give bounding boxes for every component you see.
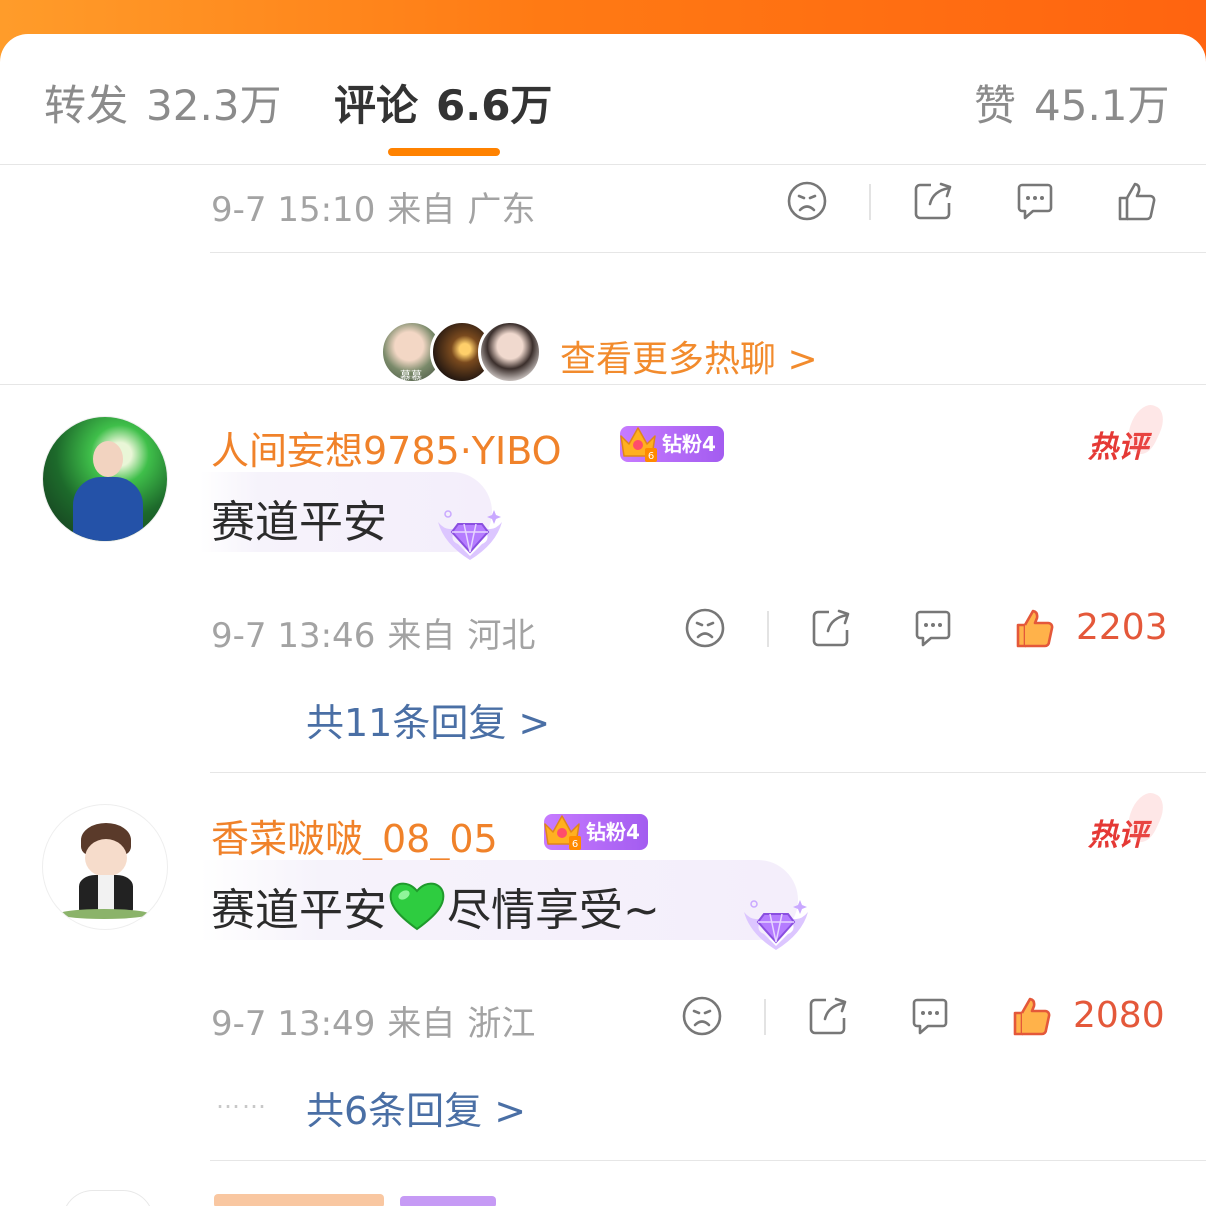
hot-chat-avatar-tag: 慕慕 bbox=[400, 369, 422, 382]
prev-comment-source-prefix: 来自 bbox=[387, 190, 456, 230]
share-icon[interactable] bbox=[809, 606, 853, 650]
more-hot-chats-link[interactable]: 查看更多热聊 > bbox=[560, 330, 818, 382]
like-icon[interactable] bbox=[1115, 179, 1159, 223]
comment-1-hot-tag: 热评 bbox=[1088, 422, 1148, 466]
reply-icon[interactable] bbox=[1013, 179, 1057, 223]
comment-2-text-part-2: 尽情享受~ bbox=[447, 885, 660, 936]
comment-2-avatar[interactable] bbox=[42, 804, 168, 930]
reply-icon[interactable] bbox=[911, 606, 955, 650]
share-icon[interactable] bbox=[911, 179, 955, 223]
comment-1-meta: 9-7 13:46 来自 河北 bbox=[211, 608, 535, 657]
comment-2-text: 赛道平安 尽情享受~ bbox=[211, 874, 660, 938]
action-separator bbox=[869, 184, 871, 220]
dislike-icon[interactable] bbox=[683, 606, 727, 650]
tab-comments-label: 评论 bbox=[334, 81, 419, 130]
comment-2-meta: 9-7 13:49 来自 浙江 bbox=[211, 996, 535, 1045]
tab-comments[interactable]: 评论 6.6万 bbox=[334, 78, 552, 134]
comment-1-time: 9-7 13:46 bbox=[211, 616, 376, 656]
comment-2-replies-link[interactable]: 共6条回复 > bbox=[306, 1080, 526, 1135]
comment-1-text: 赛道平安 bbox=[211, 497, 387, 548]
green-heart-icon bbox=[389, 882, 445, 931]
comment-2-time: 9-7 13:49 bbox=[211, 1004, 376, 1044]
dislike-icon[interactable] bbox=[680, 994, 724, 1038]
comment-2-hot-tag: 热评 bbox=[1088, 810, 1148, 854]
diamond-wing-icon bbox=[438, 510, 502, 560]
svg-text:6: 6 bbox=[648, 451, 654, 462]
comment-2-avatar-body bbox=[79, 875, 133, 913]
action-separator bbox=[764, 999, 766, 1035]
reply-ellipsis: …… bbox=[216, 1086, 268, 1114]
action-separator bbox=[767, 611, 769, 647]
share-icon[interactable] bbox=[806, 994, 850, 1038]
comment-1-avatar[interactable] bbox=[42, 416, 168, 542]
comment-2-username[interactable]: 香菜啵啵_08_05 bbox=[211, 808, 498, 863]
tab-reposts-label: 转发 bbox=[44, 81, 129, 130]
tab-likes-label: 赞 bbox=[974, 81, 1017, 130]
tab-reposts-count: 32.3万 bbox=[146, 81, 282, 130]
dislike-icon[interactable] bbox=[785, 179, 829, 223]
comment-1-divider bbox=[210, 772, 1206, 773]
comment-2-location: 浙江 bbox=[467, 1004, 536, 1044]
crown-icon: 6 bbox=[620, 427, 657, 462]
tab-likes[interactable]: 赞 45.1万 bbox=[974, 78, 1170, 134]
comment-1-replies-link[interactable]: 共11条回复 > bbox=[306, 692, 550, 747]
comment-2-avatar-face bbox=[85, 839, 127, 877]
comment-1-username[interactable]: 人间妄想9785·YIBO bbox=[211, 420, 562, 475]
tab-comments-count: 6.6万 bbox=[436, 81, 553, 130]
comment-2-source-prefix: 来自 bbox=[387, 1004, 456, 1044]
prev-comment-location: 广东 bbox=[467, 190, 536, 230]
like-icon-active[interactable] bbox=[1013, 606, 1057, 650]
comment-2-like-count: 2080 bbox=[1073, 995, 1165, 1036]
comment-1-source-prefix: 来自 bbox=[387, 616, 456, 656]
comment-2-text-part-1: 赛道平安 bbox=[211, 885, 387, 936]
diamond-wing-icon bbox=[744, 900, 808, 950]
prev-comment-divider bbox=[210, 252, 1206, 253]
prev-comment-meta: 9-7 15:10 来自 广东 bbox=[211, 182, 535, 231]
hot-chat-avatar-3[interactable] bbox=[478, 320, 542, 384]
comment-1-avatar-figure bbox=[73, 477, 143, 541]
like-icon-active[interactable] bbox=[1010, 994, 1054, 1038]
tab-likes-count: 45.1万 bbox=[1034, 81, 1170, 130]
tabs-divider bbox=[0, 164, 1206, 165]
crown-icon: 6 bbox=[544, 815, 581, 850]
section-divider bbox=[0, 384, 1206, 385]
comments-sheet: 转发 32.3万 评论 6.6万 赞 45.1万 9-7 15:10 来自 广东 慕慕 查… bbox=[0, 34, 1206, 1206]
reply-icon[interactable] bbox=[908, 994, 952, 1038]
comment-1-like-count: 2203 bbox=[1076, 607, 1168, 648]
comment-2-fan-badge[interactable]: 6 钻粉4 bbox=[544, 814, 648, 850]
prev-comment-time: 9-7 15:10 bbox=[211, 190, 376, 230]
comment-3-avatar-partial[interactable] bbox=[62, 1190, 154, 1206]
active-tab-indicator bbox=[388, 148, 500, 156]
comment-2-divider bbox=[210, 1160, 1206, 1161]
comment-1-fan-badge[interactable]: 6 钻粉4 bbox=[620, 426, 724, 462]
tab-reposts[interactable]: 转发 32.3万 bbox=[44, 78, 282, 134]
comment-3-username-partial bbox=[214, 1194, 384, 1206]
comment-2-avatar-grass bbox=[59, 909, 149, 919]
comment-1-location: 河北 bbox=[467, 616, 536, 656]
svg-text:6: 6 bbox=[572, 839, 578, 850]
comment-1-avatar-face bbox=[93, 441, 123, 477]
comment-3-badge-partial bbox=[400, 1196, 496, 1206]
